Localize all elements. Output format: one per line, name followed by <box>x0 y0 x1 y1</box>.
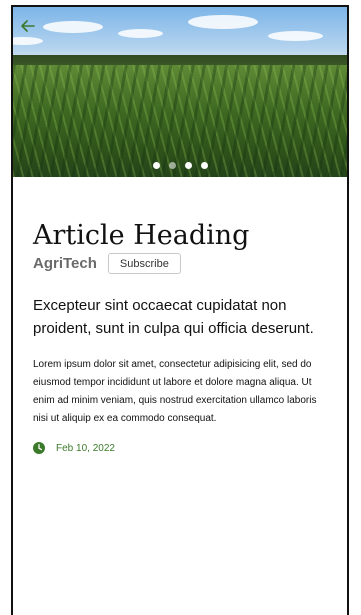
hero-cornfield <box>13 65 347 177</box>
arrow-left-icon <box>21 20 35 32</box>
subscribe-button[interactable]: Subscribe <box>107 253 181 274</box>
article-heading: Article Heading <box>33 220 250 251</box>
carousel-dot-2[interactable] <box>168 162 176 169</box>
brand-name: AgriTech <box>33 255 97 272</box>
article-content: Article Heading AgriTech Subscribe Excep… <box>13 220 347 454</box>
hero-image <box>13 7 347 177</box>
article-meta: AgriTech Subscribe <box>33 253 327 274</box>
app-screen: Article Heading AgriTech Subscribe Excep… <box>11 5 349 615</box>
back-button[interactable] <box>17 15 39 37</box>
carousel-dot-3[interactable] <box>184 162 192 169</box>
clock-icon <box>33 442 45 454</box>
date-text: Feb 10, 2022 <box>56 442 115 454</box>
article-body: Lorem ipsum dolor sit amet, consectetur … <box>33 359 317 424</box>
article-lead: Excepteur sint occaecat cupidatat non pr… <box>33 297 314 337</box>
carousel-dots <box>13 162 347 169</box>
article-date: Feb 10, 2022 <box>33 442 327 454</box>
carousel-dot-4[interactable] <box>200 162 208 169</box>
carousel-dot-1[interactable] <box>152 162 160 169</box>
